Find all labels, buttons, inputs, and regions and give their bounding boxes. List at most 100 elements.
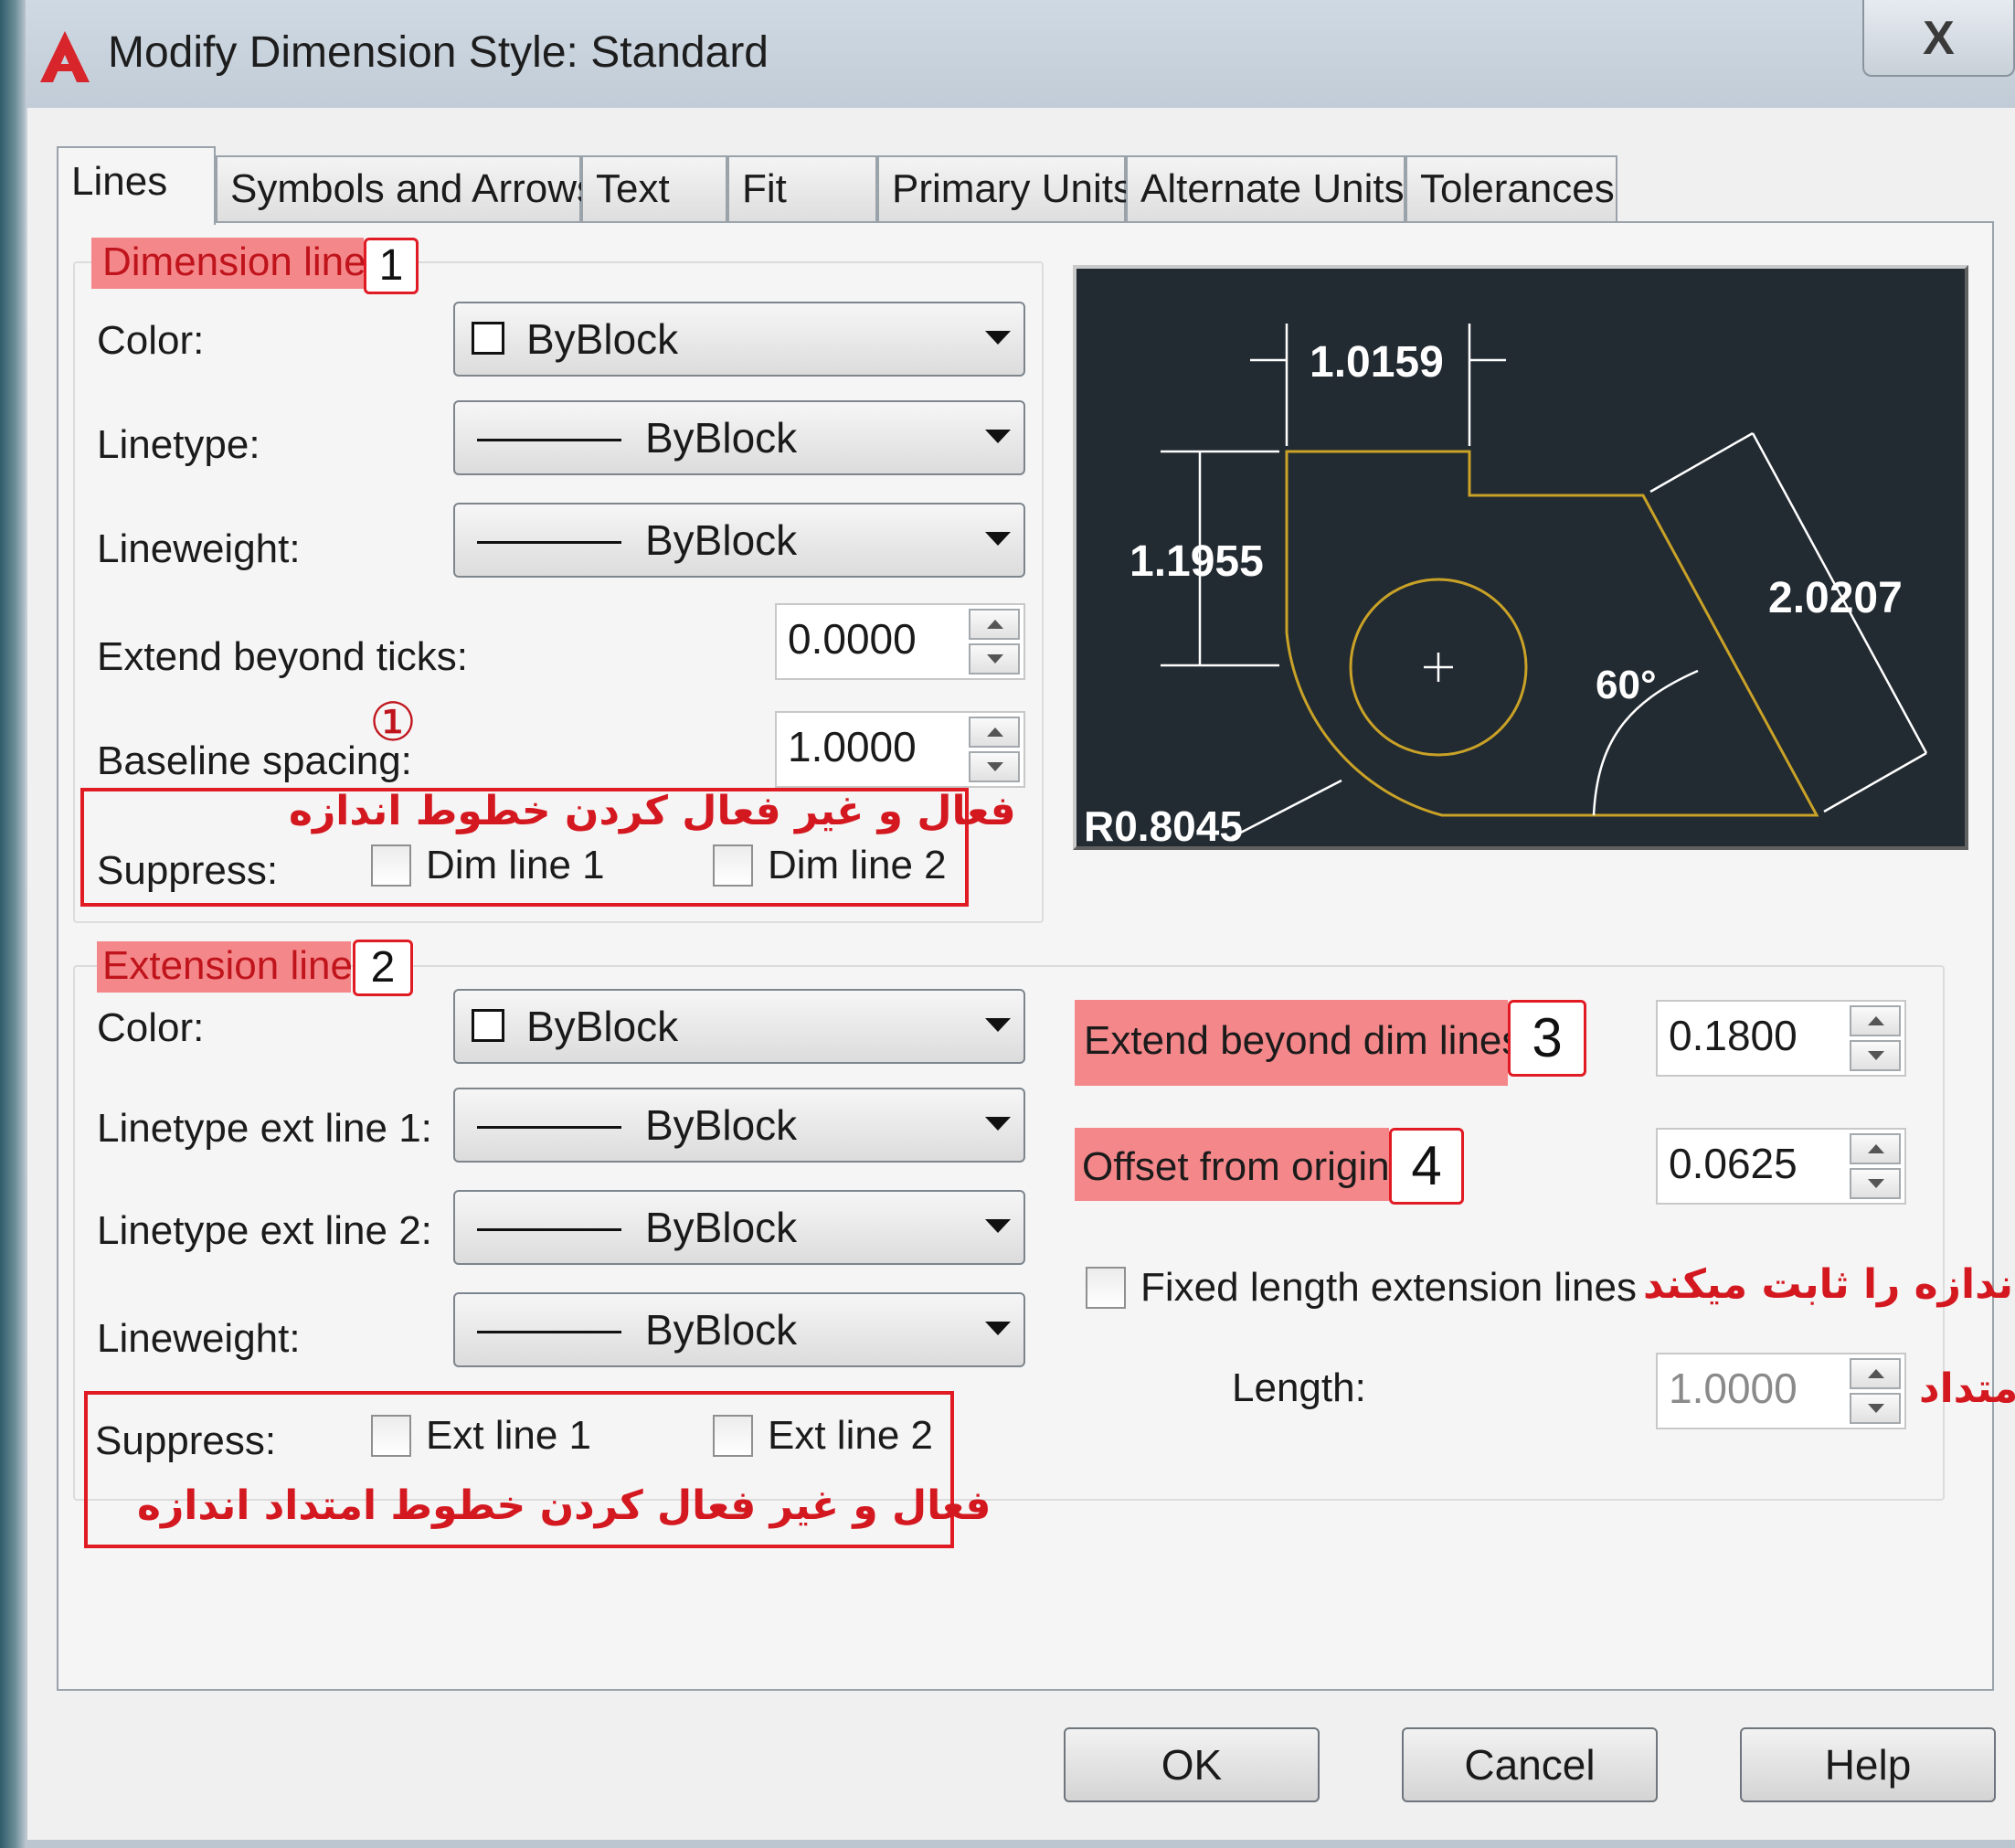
ext-lineweight-value: ByBlock	[645, 1306, 798, 1354]
tab-label: Fit	[742, 166, 787, 211]
spin-down-icon[interactable]	[1850, 1168, 1901, 1199]
tab-symbols-and-arrows[interactable]: Symbols and Arrows	[216, 155, 597, 221]
tab-alternate-units[interactable]: Alternate Units	[1126, 155, 1405, 221]
linetype-ext-line-1-dropdown[interactable]: ByBlock	[453, 1088, 1025, 1163]
ext-color-dropdown[interactable]: ByBlock	[453, 989, 1025, 1064]
offset-from-origin-value: 0.0625	[1669, 1140, 1798, 1187]
badge-3: 3	[1508, 1000, 1586, 1077]
close-icon: X	[1923, 12, 1955, 65]
dim-line-2-checkbox[interactable]	[713, 844, 753, 887]
extend-beyond-dim-lines-spinner[interactable]: 0.1800	[1656, 1000, 1906, 1077]
extend-beyond-dim-lines-label: Extend beyond dim lines:	[1084, 1018, 1533, 1063]
dropdown-arrow-icon	[985, 1322, 1011, 1335]
spin-down-icon[interactable]	[969, 643, 1020, 674]
ok-button[interactable]: OK	[1064, 1727, 1320, 1802]
dim-lineweight-dropdown[interactable]: ByBlock	[453, 503, 1025, 578]
extend-beyond-ticks-value: 0.0000	[788, 615, 917, 663]
dim-line-2-label: Dim line 2	[768, 843, 947, 887]
spin-up-icon[interactable]	[1850, 1133, 1901, 1164]
dim-line-1-label: Dim line 1	[426, 843, 605, 887]
spin-up-icon[interactable]	[1850, 1005, 1901, 1036]
color-swatch-icon	[472, 322, 504, 355]
spin-down-icon[interactable]	[969, 751, 1020, 782]
linetype-ext-line-2-value: ByBlock	[645, 1204, 798, 1251]
length-spinner[interactable]: 1.0000	[1656, 1353, 1906, 1429]
dim-linetype-label: Linetype:	[97, 422, 260, 467]
dim-color-dropdown[interactable]: ByBlock	[453, 302, 1025, 377]
tab-lines[interactable]: Lines	[57, 146, 216, 225]
offset-from-origin-spinner[interactable]: 0.0625	[1656, 1128, 1906, 1205]
line-sample-icon	[477, 541, 621, 544]
dropdown-arrow-icon	[985, 1219, 1011, 1233]
tab-label: Lines	[71, 159, 168, 204]
color-swatch-icon	[472, 1009, 504, 1042]
tab-label: Primary Units	[892, 166, 1134, 211]
extend-beyond-dim-lines-value: 0.1800	[1669, 1012, 1798, 1059]
autocad-logo-icon: A	[40, 31, 90, 82]
dim-color-value: ByBlock	[526, 315, 679, 363]
baseline-spacing-value: 1.0000	[788, 723, 917, 770]
dropdown-arrow-icon	[985, 1018, 1011, 1032]
dim-linetype-value: ByBlock	[645, 414, 798, 462]
line-sample-icon	[477, 1331, 621, 1333]
linetype-ext-line-1-value: ByBlock	[645, 1101, 798, 1149]
dropdown-arrow-icon	[985, 430, 1011, 443]
tab-fit[interactable]: Fit	[727, 155, 877, 221]
fixed-length-checkbox[interactable]	[1086, 1267, 1126, 1309]
ext-color-label: Color:	[97, 1005, 205, 1050]
spin-down-icon[interactable]	[1850, 1040, 1901, 1071]
preview-dim-top: 1.0159	[1310, 338, 1444, 387]
spin-up-icon[interactable]	[969, 609, 1020, 640]
dimension-preview: 1.0159 1.1955 2.0207 60° R0.8045	[1073, 265, 1968, 850]
linetype-ext-line-1-label: Linetype ext line 1:	[97, 1106, 432, 1151]
length-note: متداد	[1919, 1365, 2015, 1412]
dropdown-arrow-icon	[985, 1117, 1011, 1131]
spin-down-icon[interactable]	[1850, 1393, 1901, 1424]
badge-1: 1	[364, 238, 419, 294]
tab-tolerances[interactable]: Tolerances	[1405, 155, 1617, 221]
suppress-dim-lines-note: فعال و غیر فعال کردن خطوط اندازه	[289, 788, 1016, 834]
dim-line-1-checkbox[interactable]	[371, 844, 411, 887]
length-value: 1.0000	[1669, 1365, 1798, 1412]
dim-lineweight-value: ByBlock	[645, 516, 798, 564]
dim-color-label: Color:	[97, 318, 205, 363]
spin-up-icon[interactable]	[969, 717, 1020, 748]
ext-line-1-label: Ext line 1	[426, 1413, 591, 1458]
ext-line-1-checkbox[interactable]	[371, 1415, 411, 1457]
line-sample-icon	[477, 1126, 621, 1129]
ext-line-2-label: Ext line 2	[768, 1413, 933, 1458]
window-title: Modify Dimension Style: Standard	[108, 28, 769, 77]
dim-linetype-dropdown[interactable]: ByBlock	[453, 400, 1025, 475]
fixed-length-note: اندازه را ثابت میکند	[1643, 1261, 2015, 1308]
help-button[interactable]: Help	[1740, 1727, 1996, 1802]
cancel-button[interactable]: Cancel	[1402, 1727, 1658, 1802]
ext-lineweight-dropdown[interactable]: ByBlock	[453, 1292, 1025, 1367]
close-button[interactable]: X	[1862, 0, 2015, 77]
tab-text[interactable]: Text	[581, 155, 727, 221]
preview-geometry	[1285, 450, 1819, 817]
ext-suppress-label: Suppress:	[95, 1418, 277, 1463]
baseline-spacing-spinner[interactable]: 1.0000	[775, 711, 1025, 788]
preview-dim-left: 1.1955	[1129, 537, 1264, 586]
tab-primary-units[interactable]: Primary Units	[877, 155, 1133, 221]
preview-drawing: 1.0159 1.1955 2.0207 60° R0.8045	[1084, 324, 1928, 846]
linetype-ext-line-2-label: Linetype ext line 2:	[97, 1208, 432, 1253]
line-sample-icon	[477, 1228, 621, 1231]
ext-lineweight-label: Lineweight:	[97, 1316, 301, 1361]
tab-label: Tolerances	[1420, 166, 1615, 211]
extend-beyond-ticks-spinner[interactable]: 0.0000	[775, 603, 1025, 680]
ext-line-2-checkbox[interactable]	[713, 1415, 753, 1457]
fixed-length-label: Fixed length extension lines	[1140, 1265, 1637, 1310]
extend-beyond-ticks-label: Extend beyond ticks:	[97, 634, 469, 679]
dropdown-arrow-icon	[985, 331, 1011, 345]
spin-up-icon[interactable]	[1850, 1358, 1901, 1389]
tab-label: Alternate Units	[1140, 166, 1405, 211]
tab-label: Text	[596, 166, 670, 211]
linetype-ext-line-2-dropdown[interactable]: ByBlock	[453, 1190, 1025, 1265]
preview-dim-right: 2.0207	[1768, 574, 1903, 622]
dim-suppress-label: Suppress:	[97, 848, 279, 893]
suppress-ext-lines-note: فعال و غیر فعال کردن خطوط امتداد اندازه	[137, 1482, 992, 1529]
line-sample-icon	[477, 439, 621, 441]
window-left-edge	[0, 0, 26, 1848]
badge-4: 4	[1389, 1128, 1464, 1205]
